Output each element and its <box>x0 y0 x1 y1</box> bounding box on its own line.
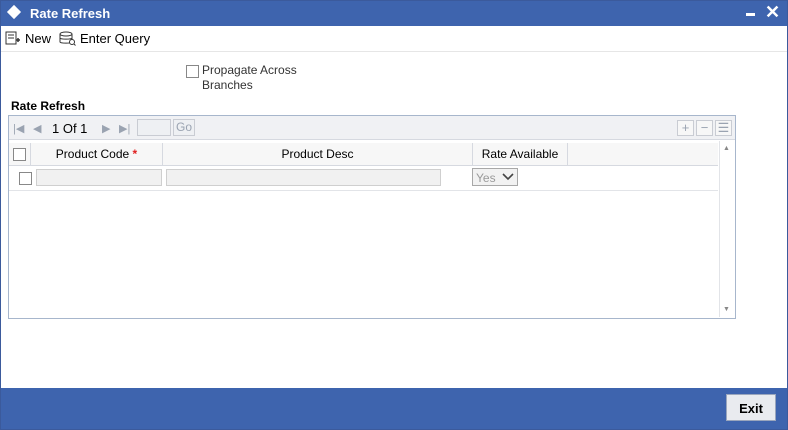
select-all-cell <box>9 143 31 165</box>
propagate-label: Propagate Across Branches <box>202 63 297 92</box>
go-button[interactable]: Go <box>173 119 195 136</box>
footer-bar <box>1 388 787 429</box>
new-icon <box>5 31 20 45</box>
propagate-checkbox[interactable] <box>186 65 199 78</box>
rate-available-select[interactable]: Yes <box>472 168 518 186</box>
scroll-up-icon[interactable]: ▲ <box>723 145 730 152</box>
select-all-checkbox[interactable] <box>13 148 26 161</box>
required-marker: * <box>132 147 138 161</box>
enter-query-icon <box>59 31 76 46</box>
last-page-icon[interactable]: ▶| <box>119 122 130 135</box>
title-bar: Rate Refresh ✕ <box>1 1 787 26</box>
first-page-icon[interactable]: |◀ <box>13 122 24 135</box>
rate-available-header[interactable]: Rate Available <box>473 143 568 165</box>
scroll-down-icon[interactable]: ▼ <box>723 306 730 313</box>
exit-button[interactable]: Exit <box>726 394 776 421</box>
toolbar: New Enter Query <box>1 26 787 52</box>
new-label: New <box>25 30 52 46</box>
chevron-down-icon <box>502 173 514 181</box>
product-code-input[interactable] <box>36 169 162 186</box>
page-number-input[interactable] <box>137 119 171 136</box>
minimize-icon[interactable] <box>746 13 755 16</box>
rate-available-value: Yes <box>476 171 496 185</box>
app-logo-icon <box>6 4 22 20</box>
rate-refresh-grid: |◀ ◀ 1 Of 1 ▶ ▶| Go + − ☰ Product Code *… <box>8 115 736 319</box>
add-row-icon[interactable]: + <box>677 120 694 136</box>
section-title: Rate Refresh <box>11 99 86 113</box>
enter-query-button[interactable]: Enter Query <box>59 29 150 47</box>
enter-query-label: Enter Query <box>80 30 151 46</box>
new-button[interactable]: New <box>5 29 51 47</box>
close-icon[interactable]: ✕ <box>765 2 780 22</box>
row-checkbox[interactable] <box>19 172 32 185</box>
delete-row-icon[interactable]: − <box>696 120 713 136</box>
product-desc-input[interactable] <box>166 169 441 186</box>
table-row: Yes <box>9 166 718 191</box>
product-code-header[interactable]: Product Code * <box>31 143 163 165</box>
page-indicator: 1 Of 1 <box>52 121 88 136</box>
window-title: Rate Refresh <box>30 6 111 21</box>
pager: |◀ ◀ 1 Of 1 ▶ ▶| Go + − ☰ <box>9 116 735 140</box>
previous-page-icon[interactable]: ◀ <box>33 122 41 135</box>
next-page-icon[interactable]: ▶ <box>102 122 110 135</box>
product-desc-header[interactable]: Product Desc <box>163 143 473 165</box>
grid-header: Product Code * Product Desc Rate Availab… <box>9 143 718 166</box>
window: Rate Refresh ✕ New Enter Query Propagate… <box>0 0 788 430</box>
vertical-scrollbar[interactable]: ▲ ▼ <box>719 141 735 317</box>
single-view-icon[interactable]: ☰ <box>715 120 732 136</box>
